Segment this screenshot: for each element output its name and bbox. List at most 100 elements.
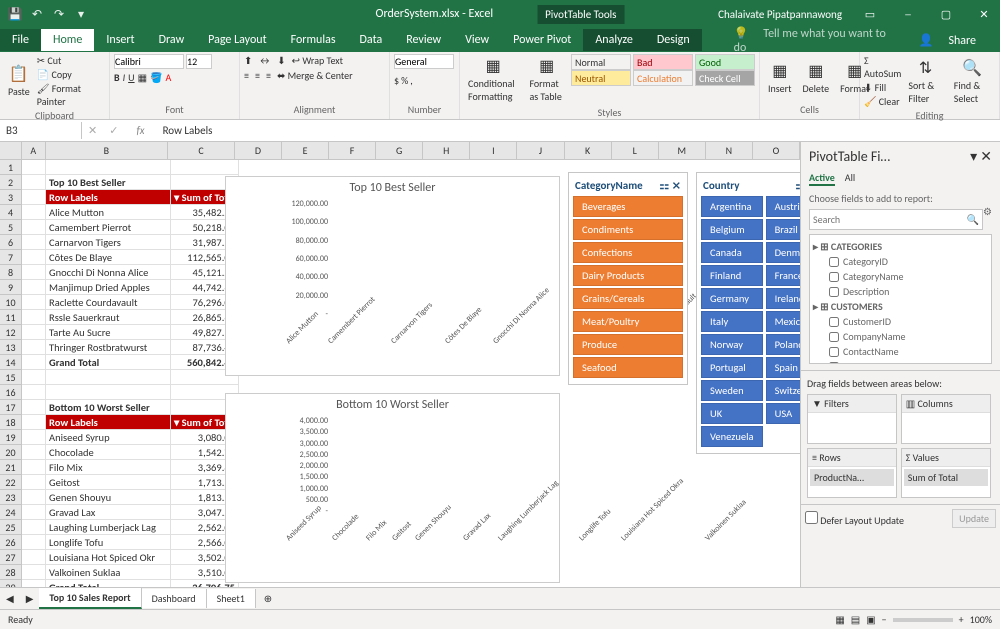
- wrap-text-button[interactable]: ↩ Wrap Text: [292, 54, 343, 67]
- chart-top10[interactable]: Top 10 Best Seller 120,000.00100,000.008…: [225, 176, 560, 376]
- cell[interactable]: Row Labels: [46, 415, 171, 430]
- row-header[interactable]: 8: [0, 265, 22, 280]
- slicer-item[interactable]: Sweden: [701, 380, 763, 401]
- cell[interactable]: Carnarvon Tigers: [46, 235, 171, 250]
- cell[interactable]: [22, 265, 46, 280]
- percent-icon[interactable]: %: [401, 74, 408, 87]
- zoom-out-icon[interactable]: −: [882, 613, 887, 626]
- field-item[interactable]: CustomerID: [813, 315, 988, 328]
- slicer-item[interactable]: Germany: [701, 288, 763, 309]
- delete-cells-button[interactable]: ▦Delete: [799, 54, 834, 102]
- cell[interactable]: [22, 430, 46, 445]
- slicer-item[interactable]: Portugal: [701, 357, 763, 378]
- cell[interactable]: [46, 385, 171, 400]
- row-header[interactable]: 22: [0, 475, 22, 490]
- align-top-icon[interactable]: ⬆: [244, 54, 252, 67]
- close-icon[interactable]: ✕: [968, 0, 1000, 28]
- cell[interactable]: [22, 295, 46, 310]
- slicer-category[interactable]: CategoryName⚏ ⨯ BeveragesCondimentsConfe…: [568, 172, 688, 385]
- row-header[interactable]: 5: [0, 220, 22, 235]
- sort-filter-button[interactable]: ⇅Sort & Filter: [904, 54, 946, 108]
- cell[interactable]: Row Labels: [46, 190, 171, 205]
- slicer-item[interactable]: USA: [766, 403, 800, 424]
- col-header[interactable]: B: [46, 142, 169, 160]
- field-item[interactable]: CategoryID: [813, 255, 988, 268]
- number-format-select[interactable]: [394, 54, 454, 69]
- tab-design[interactable]: Design: [645, 29, 702, 51]
- row-header[interactable]: 15: [0, 370, 22, 385]
- col-header[interactable]: A: [22, 142, 46, 160]
- cell[interactable]: Gravad Lax: [46, 505, 171, 520]
- update-button[interactable]: Update: [952, 509, 996, 528]
- zoom-level[interactable]: 100%: [970, 613, 992, 626]
- align-left-icon[interactable]: ≡: [244, 69, 249, 82]
- cell[interactable]: [22, 370, 46, 385]
- select-all-corner[interactable]: [0, 142, 22, 160]
- field-group[interactable]: ▸ ⊞ CATEGORIES: [813, 240, 988, 253]
- cell[interactable]: [22, 235, 46, 250]
- undo-icon[interactable]: ↶: [28, 5, 46, 23]
- col-header[interactable]: E: [282, 142, 329, 160]
- slicer-item[interactable]: Spain: [766, 357, 800, 378]
- row-header[interactable]: 23: [0, 490, 22, 505]
- row-header[interactable]: 11: [0, 310, 22, 325]
- paste-button[interactable]: 📋Paste: [4, 54, 34, 108]
- cell[interactable]: Grand Total: [46, 580, 171, 587]
- col-header[interactable]: D: [235, 142, 282, 160]
- cell[interactable]: Camembert Pierrot: [46, 220, 171, 235]
- tab-pagelayout[interactable]: Page Layout: [196, 29, 278, 51]
- format-as-table-button[interactable]: ▦Format as Table: [525, 54, 568, 105]
- align-center-icon[interactable]: ≡: [255, 69, 260, 82]
- copy-button[interactable]: 📄 Copy: [37, 68, 105, 81]
- slicer-item[interactable]: Venezuela: [701, 426, 763, 447]
- row-header[interactable]: 21: [0, 460, 22, 475]
- cut-button[interactable]: ✂ Cut: [37, 54, 105, 67]
- cell[interactable]: [22, 415, 46, 430]
- view-break-icon[interactable]: ▣: [866, 613, 875, 626]
- col-header[interactable]: I: [470, 142, 517, 160]
- insert-cells-button[interactable]: ▦Insert: [764, 54, 796, 102]
- slicer-item[interactable]: Belgium: [701, 219, 763, 240]
- chart-bottom10[interactable]: Bottom 10 Worst Seller 4,000.003,500.003…: [225, 393, 560, 583]
- cell[interactable]: [22, 280, 46, 295]
- slicer-filter-icon[interactable]: ⚏ ⨯: [795, 179, 800, 192]
- cell[interactable]: [22, 490, 46, 505]
- cell[interactable]: Tarte Au Sucre: [46, 325, 171, 340]
- tab-review[interactable]: Review: [394, 29, 453, 51]
- enter-formula-icon[interactable]: ✓: [103, 124, 124, 137]
- field-item[interactable]: ContactName: [813, 345, 988, 358]
- area-filters[interactable]: ▼ Filters: [807, 394, 897, 444]
- cell[interactable]: [22, 400, 46, 415]
- find-select-button[interactable]: 🔍Find & Select: [950, 54, 995, 108]
- pane-close-icon[interactable]: ▾ ✕: [970, 148, 992, 165]
- slicer-item[interactable]: Mexico: [766, 311, 800, 332]
- row-header[interactable]: 10: [0, 295, 22, 310]
- slicer-item[interactable]: Denmark: [766, 242, 800, 263]
- cell[interactable]: [46, 160, 171, 175]
- share-button[interactable]: 👤 Share: [907, 29, 1000, 52]
- row-header[interactable]: 4: [0, 205, 22, 220]
- slicer-item[interactable]: Beverages: [573, 196, 683, 217]
- row-header[interactable]: 26: [0, 535, 22, 550]
- cell[interactable]: [22, 475, 46, 490]
- tab-draw[interactable]: Draw: [147, 29, 197, 51]
- redo-icon[interactable]: ↷: [50, 5, 68, 23]
- field-group[interactable]: ▸ ⊞ CUSTOMERS: [813, 300, 988, 313]
- slicer-item[interactable]: Meat/Poultry: [573, 311, 683, 332]
- slicer-filter-icon[interactable]: ⚏ ⨯: [659, 179, 681, 192]
- cell[interactable]: Laughing Lumberjack Lag: [46, 520, 171, 535]
- slicer-item[interactable]: Switzerland: [766, 380, 800, 401]
- font-name-select[interactable]: [114, 54, 184, 69]
- cell[interactable]: [22, 445, 46, 460]
- row-header[interactable]: 7: [0, 250, 22, 265]
- field-item[interactable]: CompanyName: [813, 330, 988, 343]
- sheet-tab-3[interactable]: Sheet1: [207, 589, 256, 608]
- style-neutral[interactable]: Neutral: [571, 70, 631, 86]
- view-layout-icon[interactable]: ▤: [851, 613, 860, 626]
- row-header[interactable]: 29: [0, 580, 22, 587]
- defer-checkbox[interactable]: Defer Layout Update: [805, 511, 904, 527]
- row-header[interactable]: 28: [0, 565, 22, 580]
- cell[interactable]: [22, 340, 46, 355]
- tab-home[interactable]: Home: [41, 29, 94, 51]
- col-header[interactable]: F: [329, 142, 376, 160]
